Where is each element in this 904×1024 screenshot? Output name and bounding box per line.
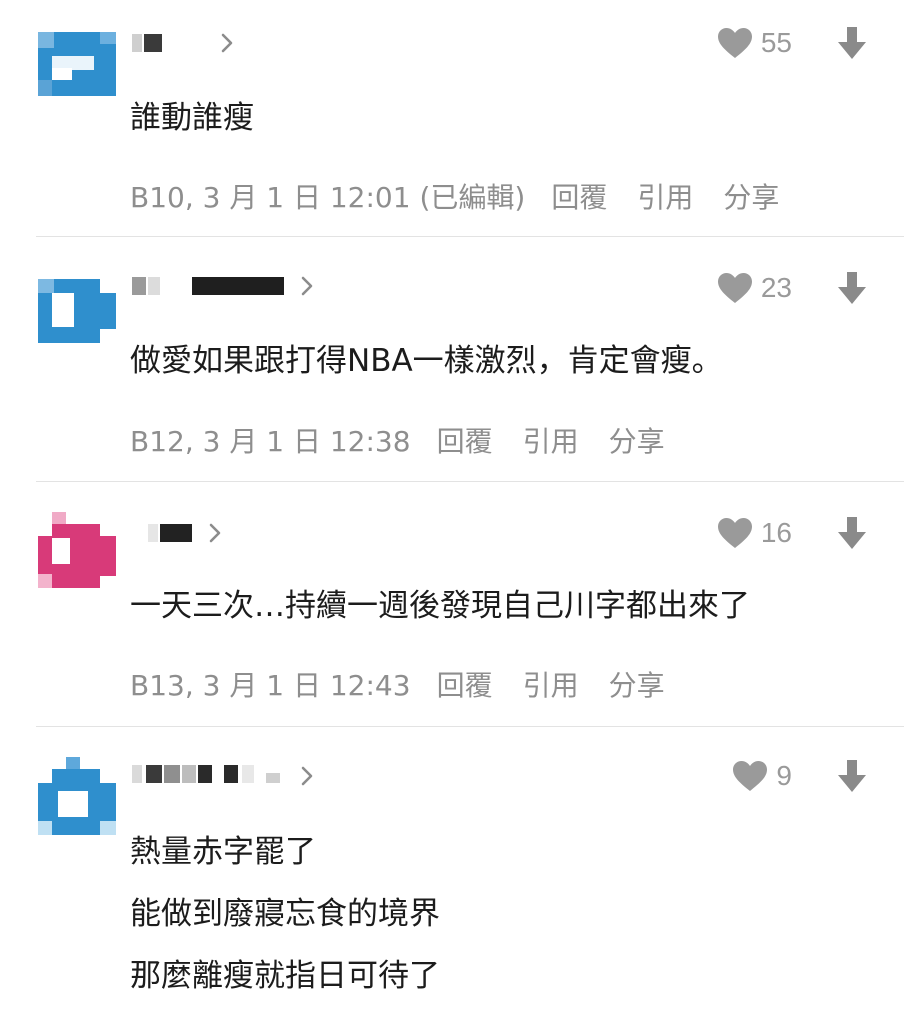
share-button[interactable]: 分享 <box>609 664 665 704</box>
like-button[interactable]: 16 <box>717 515 792 551</box>
username-redacted[interactable] <box>132 277 292 297</box>
username-redacted[interactable] <box>148 524 196 544</box>
share-button[interactable]: 分享 <box>723 176 779 216</box>
chevron-right-icon[interactable] <box>300 275 314 297</box>
timestamp: B10, 3 月 1 日 12:01 (已編輯) <box>130 181 526 214</box>
username-redacted[interactable] <box>132 34 172 54</box>
comment-body-line: 做愛如果跟打得NBA一樣激烈，肯定會瘦。 <box>130 343 723 379</box>
comment-body-line: 誰動誰瘦 <box>130 100 254 136</box>
comment-card: 9 熱量赤字罷了 能做到廢寢忘食的境界 那麼離瘦就指日可待了 <box>0 727 904 1024</box>
reply-button[interactable]: 回覆 <box>437 664 493 704</box>
avatar[interactable] <box>38 757 116 835</box>
like-count: 23 <box>760 272 792 303</box>
username-redacted[interactable] <box>132 765 292 785</box>
like-button[interactable]: 55 <box>717 25 792 61</box>
like-button[interactable]: 23 <box>717 270 792 306</box>
comment-body-line: 熱量赤字罷了 <box>130 834 316 870</box>
down-arrow-icon <box>838 272 866 304</box>
chevron-right-icon[interactable] <box>208 522 222 544</box>
dislike-button[interactable] <box>836 25 868 61</box>
timestamp: B12, 3 月 1 日 12:38 <box>130 425 411 458</box>
heart-icon <box>717 272 753 304</box>
like-count: 9 <box>776 760 792 791</box>
comment-card: 23 做愛如果跟打得NBA一樣激烈，肯定會瘦。 B12, 3 月 1 日 12:… <box>0 237 904 482</box>
comment-body-line: 那麼離瘦就指日可待了 <box>130 958 440 994</box>
like-count: 55 <box>760 27 792 58</box>
down-arrow-icon <box>838 517 866 549</box>
dislike-button[interactable] <box>836 758 868 794</box>
comment-body: 一天三次…持續一週後發現自己川字都出來了 <box>130 586 750 626</box>
avatar[interactable] <box>38 512 116 588</box>
share-button[interactable]: 分享 <box>609 420 665 460</box>
comment-meta: B12, 3 月 1 日 12:38 回覆 引用 分享 <box>130 420 695 460</box>
heart-icon <box>717 517 753 549</box>
dislike-button[interactable] <box>836 270 868 306</box>
comment-body-line: 一天三次…持續一週後發現自己川字都出來了 <box>130 588 750 624</box>
heart-icon <box>732 760 768 792</box>
comment-body: 誰動誰瘦 <box>130 98 254 138</box>
comment-body: 做愛如果跟打得NBA一樣激烈，肯定會瘦。 <box>130 341 723 381</box>
down-arrow-icon <box>838 27 866 59</box>
chevron-right-icon[interactable] <box>300 765 314 787</box>
quote-button[interactable]: 引用 <box>523 420 579 460</box>
timestamp: B13, 3 月 1 日 12:43 <box>130 669 411 702</box>
avatar[interactable] <box>38 32 116 96</box>
comment-body-line: 能做到廢寢忘食的境界 <box>130 896 440 932</box>
heart-icon <box>717 27 753 59</box>
comment-card: 55 誰動誰瘦 B10, 3 月 1 日 12:01 (已編輯) 回覆 引用 分… <box>0 0 904 237</box>
avatar[interactable] <box>38 279 116 343</box>
reply-button[interactable]: 回覆 <box>437 420 493 460</box>
chevron-right-icon[interactable] <box>220 32 234 54</box>
like-button[interactable]: 9 <box>732 758 792 794</box>
quote-button[interactable]: 引用 <box>637 176 693 216</box>
comment-card: 16 一天三次…持續一週後發現自己川字都出來了 B13, 3 月 1 日 12:… <box>0 482 904 727</box>
like-count: 16 <box>760 517 792 548</box>
dislike-button[interactable] <box>836 515 868 551</box>
reply-button[interactable]: 回覆 <box>551 176 607 216</box>
comment-body: 熱量赤字罷了 能做到廢寢忘食的境界 那麼離瘦就指日可待了 <box>130 821 440 1007</box>
comment-meta: B10, 3 月 1 日 12:01 (已編輯) 回覆 引用 分享 <box>130 176 809 216</box>
down-arrow-icon <box>838 760 866 792</box>
comment-meta: B13, 3 月 1 日 12:43 回覆 引用 分享 <box>130 664 695 704</box>
quote-button[interactable]: 引用 <box>523 664 579 704</box>
